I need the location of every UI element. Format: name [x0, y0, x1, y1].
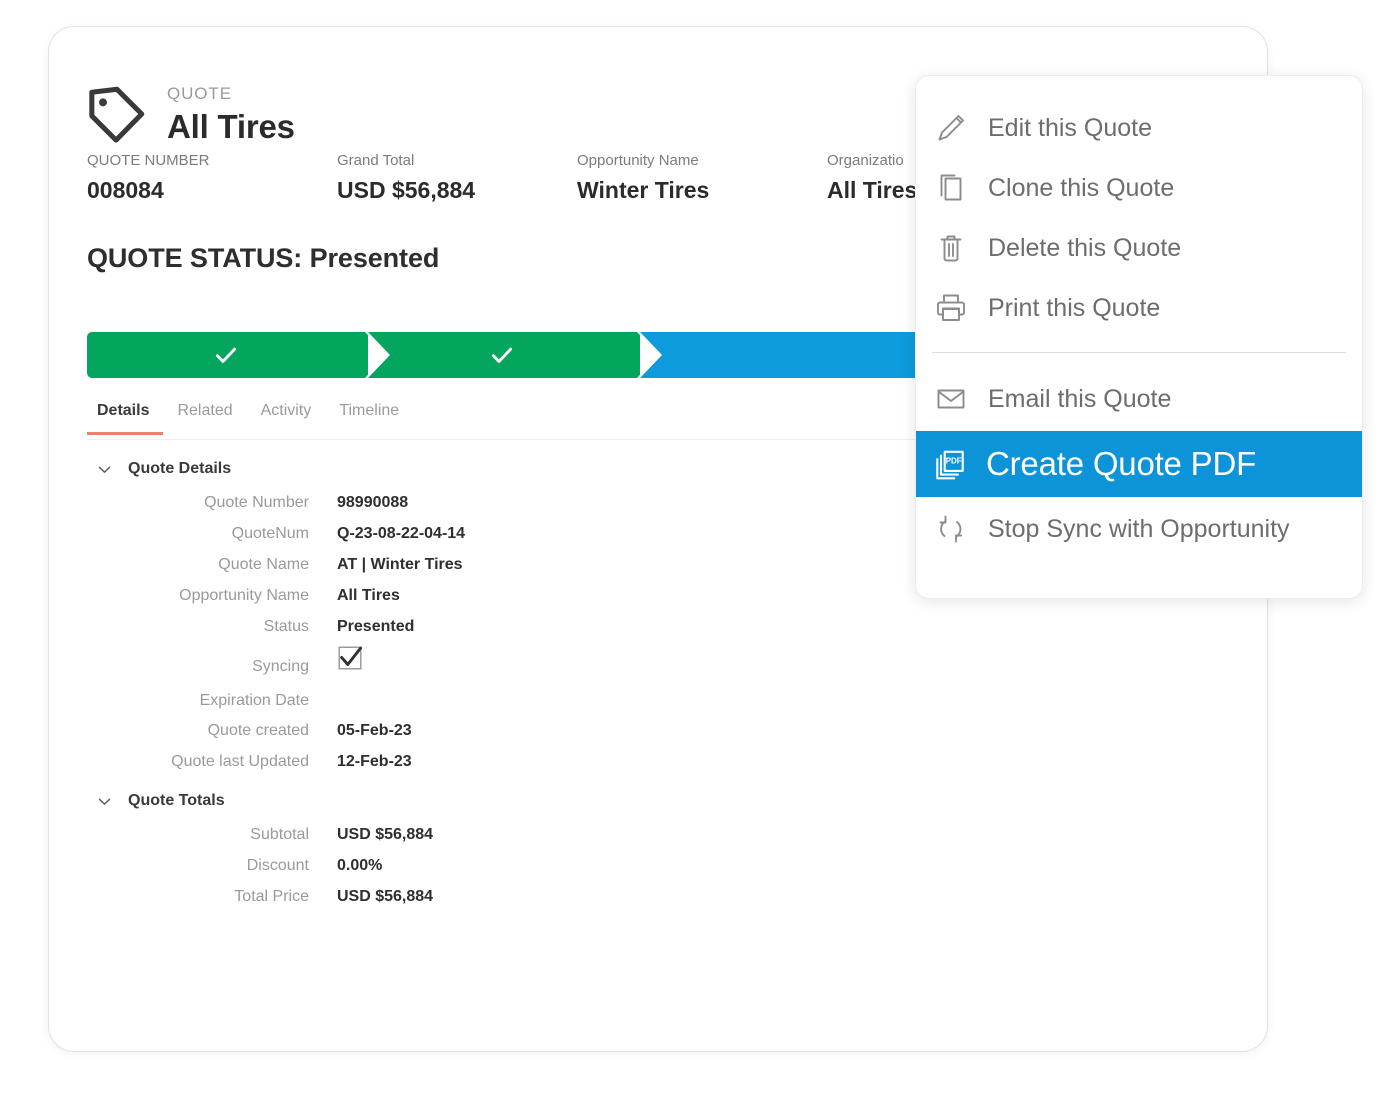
header-field-label: Opportunity Name [577, 152, 827, 170]
pdf-label: PDF [946, 456, 962, 465]
menu-item-stop-sync-with-opportunity[interactable]: Stop Sync with Opportunity [916, 499, 1362, 559]
check-icon [489, 342, 515, 368]
field-row: Quote created05-Feb-23 [87, 716, 1227, 747]
field-row: Syncing [87, 643, 1227, 680]
check-icon [213, 342, 239, 368]
field-value: AT | Winter Tires [337, 556, 463, 575]
field-value: All Tires [337, 587, 400, 606]
menu-item-label: Clone this Quote [988, 174, 1174, 203]
field-value: USD $56,884 [337, 826, 433, 845]
menu-item-label: Edit this Quote [988, 114, 1152, 143]
field-row: Expiration Date [87, 680, 1227, 716]
path-step-complete[interactable] [368, 332, 636, 378]
header-field: Grand Total USD $56,884 [337, 152, 577, 205]
field-value: 0.00% [337, 857, 382, 876]
field-label: Syncing [87, 658, 337, 676]
header-field-label: Grand Total [337, 152, 577, 170]
quote-status-heading: QUOTE STATUS: Presented [87, 243, 439, 274]
detail-section: Quote TotalsSubtotalUSD $56,884Discount0… [87, 784, 1227, 913]
envelope-icon [934, 382, 968, 416]
field-row: Total PriceUSD $56,884 [87, 882, 1227, 913]
section-title: Quote Totals [128, 792, 225, 810]
field-label: Opportunity Name [87, 587, 337, 605]
menu-item-label: Create Quote PDF [986, 445, 1256, 483]
field-value: 12-Feb-23 [337, 753, 412, 772]
path-step-complete[interactable] [87, 332, 365, 378]
field-label: Quote Name [87, 556, 337, 574]
printer-icon [934, 291, 968, 325]
header-field-value: 008084 [87, 176, 337, 205]
field-label: QuoteNum [87, 525, 337, 543]
field-row: SubtotalUSD $56,884 [87, 820, 1227, 851]
field-value: Q-23-08-22-04-14 [337, 525, 465, 544]
field-label: Subtotal [87, 826, 337, 844]
pdf-document-icon: PDF [932, 446, 968, 482]
trash-icon [934, 231, 968, 265]
menu-item-edit-this-quote[interactable]: Edit this Quote [916, 98, 1362, 158]
field-value: 05-Feb-23 [337, 722, 412, 741]
field-row: Discount0.00% [87, 851, 1227, 882]
field-label: Quote last Updated [87, 753, 337, 771]
field-row: StatusPresented [87, 612, 1227, 643]
field-label: Status [87, 618, 337, 636]
quote-actions-dropdown-menu[interactable]: Edit this Quote Clone this Quote Delete th… [915, 75, 1363, 599]
tab-related[interactable]: Related [163, 402, 246, 432]
tab-details[interactable]: Details [87, 402, 163, 435]
header-field: Opportunity Name Winter Tires [577, 152, 827, 205]
field-label: Expiration Date [87, 692, 337, 710]
menu-item-label: Print this Quote [988, 294, 1160, 323]
chevron-down-icon [97, 794, 112, 809]
page-title: All Tires [167, 108, 295, 147]
field-label: Total Price [87, 888, 337, 906]
path-step-notch [640, 332, 662, 378]
tab-timeline[interactable]: Timeline [325, 402, 413, 432]
menu-item-clone-this-quote[interactable]: Clone this Quote [916, 158, 1362, 218]
menu-item-label: Email this Quote [988, 385, 1171, 414]
path-step-notch [368, 332, 390, 378]
menu-item-email-this-quote[interactable]: Email this Quote [916, 369, 1362, 429]
chevron-down-icon [97, 462, 112, 477]
field-value: USD $56,884 [337, 888, 433, 907]
price-tag-icon [87, 83, 149, 145]
section-header-quote-totals[interactable]: Quote Totals [87, 784, 1227, 820]
sync-icon [934, 512, 968, 546]
menu-item-create-quote-pdf[interactable]: PDF Create Quote PDF [916, 431, 1362, 497]
section-title: Quote Details [128, 460, 231, 478]
syncing-checkbox[interactable] [337, 645, 363, 671]
menu-item-delete-this-quote[interactable]: Delete this Quote [916, 218, 1362, 278]
menu-item-label: Delete this Quote [988, 234, 1181, 263]
copy-icon [934, 171, 968, 205]
menu-item-label: Stop Sync with Opportunity [988, 515, 1290, 544]
field-row: Quote last Updated12-Feb-23 [87, 747, 1227, 778]
tab-activity[interactable]: Activity [247, 402, 326, 432]
header-field: QUOTE NUMBER 008084 [87, 152, 337, 205]
field-label: Quote Number [87, 494, 337, 512]
field-value: 98990088 [337, 494, 408, 513]
menu-divider [932, 352, 1346, 353]
pencil-icon [934, 111, 968, 145]
object-type-label: QUOTE [167, 85, 295, 104]
path-step-label: Presented [748, 345, 830, 365]
path-step-presented[interactable]: Presented [640, 332, 938, 378]
header-field-value: Winter Tires [577, 176, 827, 205]
field-label: Quote created [87, 722, 337, 740]
field-value: Presented [337, 618, 414, 637]
header-field-label: QUOTE NUMBER [87, 152, 337, 170]
record-title-text: QUOTE All Tires [167, 79, 295, 147]
header-field-value: USD $56,884 [337, 176, 577, 205]
menu-item-print-this-quote[interactable]: Print this Quote [916, 278, 1362, 338]
field-label: Discount [87, 857, 337, 875]
